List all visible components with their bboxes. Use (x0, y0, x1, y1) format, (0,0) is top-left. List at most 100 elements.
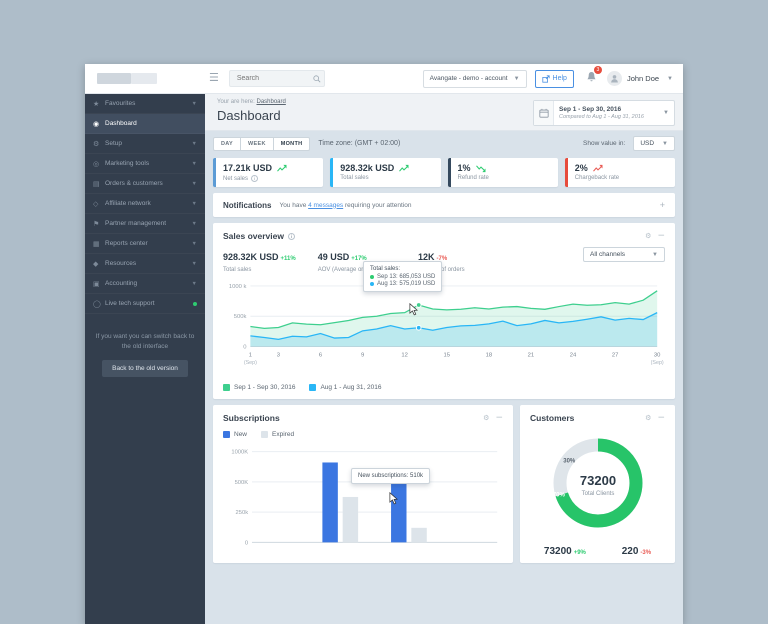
timezone-label: Time zone: (GMT + 02:00) (318, 140, 401, 147)
customers-card: Customers ⚙ − 70% 30% 73200 Total Clients 7… (520, 405, 675, 563)
svg-text:0: 0 (245, 540, 248, 546)
donut-chart[interactable]: 70% 30% 73200 Total Clients (546, 431, 650, 535)
customers-stats-row: 73200 +9% 220 -3% (520, 535, 675, 563)
date-range-value: Sep 1 - Sep 30, 2016 (559, 106, 622, 113)
svg-text:21: 21 (528, 352, 535, 358)
sidebar-item-dashboard[interactable]: ◉ Dashboard (85, 114, 205, 134)
kpi-card-net-sales: 17.21k USD Net sales i (213, 158, 324, 187)
chevron-down-icon: ▼ (191, 260, 197, 267)
sidebar-item-marketing-tools[interactable]: ◎ Marketing tools ▼ (85, 154, 205, 174)
legend-item[interactable]: Sep 1 - Sep 30, 2016 (223, 384, 295, 391)
collapse-icon[interactable]: − (495, 413, 503, 423)
currency-select[interactable]: USD ▼ (633, 136, 675, 151)
week-button[interactable]: WEEK (241, 136, 274, 151)
expand-plus-icon[interactable]: + (660, 200, 665, 210)
sidebar-item-accounting[interactable]: ▣ Accounting ▼ (85, 274, 205, 294)
channel-select[interactable]: All channels ▼ (583, 247, 665, 262)
chevron-down-icon: ▼ (191, 220, 197, 227)
subscriptions-bar-chart[interactable]: 1000K 500K 250k 0 (223, 440, 503, 552)
sales-chart-legend: Sep 1 - Sep 30, 2016 Aug 1 - Aug 31, 2016 (213, 382, 675, 399)
sidebar-item-favourites[interactable]: ★ Favourites ▼ (85, 94, 205, 114)
hamburger-menu-icon[interactable]: ☰ (209, 73, 219, 84)
top-bar: ☰ Avangate - demo - account ▼ Help 3 Joh… (85, 64, 683, 94)
dashboard-icon: ◉ (93, 119, 100, 128)
currency-value: USD (640, 140, 655, 147)
accounting-icon: ▣ (93, 279, 100, 288)
partner-icon: ⚑ (93, 219, 100, 228)
legend-item[interactable]: Aug 1 - Aug 31, 2016 (309, 384, 382, 391)
help-button[interactable]: Help (534, 69, 574, 88)
reports-icon: ▦ (93, 239, 100, 248)
back-to-old-version-button[interactable]: Back to the old version (102, 359, 188, 377)
search-input[interactable] (234, 74, 313, 83)
collapse-icon[interactable]: − (657, 231, 665, 241)
info-icon[interactable]: i (251, 175, 259, 182)
legend-item[interactable]: New (223, 431, 247, 438)
chevron-down-icon: ▼ (652, 251, 658, 258)
kpi-label: Chargeback rate (574, 175, 620, 181)
chevron-down-icon: ▼ (191, 180, 197, 187)
svg-text:1: 1 (249, 352, 252, 358)
kpi-label: Refund rate (457, 175, 489, 181)
search-box[interactable] (228, 70, 325, 87)
sidebar-item-live-tech-support[interactable]: ◯ Live tech support (85, 294, 205, 314)
svg-text:27: 27 (612, 352, 619, 358)
legend-item[interactable]: Expired (261, 431, 294, 438)
sidebar-nav: ★ Favourites ▼ ◉ Dashboard ⚙ Setup ▼ ◎ Marketing … (85, 94, 205, 314)
kpi-card-total-sales: 928.32k USD Total sales (330, 158, 441, 187)
sidebar-item-resources[interactable]: ◆ Resources ▼ (85, 254, 205, 274)
notification-badge: 3 (593, 65, 602, 74)
account-selector[interactable]: Avangate - demo - account ▼ (422, 69, 527, 88)
info-icon[interactable]: i (287, 232, 295, 240)
sidebar: ★ Favourites ▼ ◉ Dashboard ⚙ Setup ▼ ◎ Marketing … (85, 94, 205, 624)
period-toolbar: DAY WEEK MONTH Time zone: (GMT + 02:00) … (205, 131, 683, 156)
sales-overview-card: Sales overview i ⚙ − 928.32K USD +11% Tota… (213, 223, 675, 399)
customers-title: Customers (530, 413, 575, 423)
collapse-icon[interactable]: − (657, 413, 665, 423)
svg-text:30: 30 (654, 352, 661, 358)
chart-tooltip: Total sales: Sep 13: 685,053 USD Aug 13: … (363, 261, 443, 292)
notifications-bar: Notifications You have 4 messages requir… (213, 193, 675, 217)
month-button[interactable]: MONTH (273, 136, 311, 151)
user-name: John Doe (626, 74, 660, 83)
gear-icon[interactable]: ⚙ (645, 414, 651, 422)
svg-text:0: 0 (243, 345, 247, 351)
svg-text:1000 k: 1000 k (229, 284, 247, 290)
app-window: ☰ Avangate - demo - account ▼ Help 3 Joh… (85, 64, 683, 624)
affiliate-icon: ◇ (93, 199, 99, 208)
day-button[interactable]: DAY (213, 136, 242, 151)
sidebar-item-reports-center[interactable]: ▦ Reports center ▼ (85, 234, 205, 254)
notifications-bell[interactable]: 3 (586, 65, 602, 88)
svg-text:24: 24 (570, 352, 577, 358)
sidebar-item-setup[interactable]: ⚙ Setup ▼ (85, 134, 205, 154)
user-menu-chevron-icon[interactable]: ▼ (667, 76, 673, 82)
sidebar-item-affiliate-network[interactable]: ◇ Affiliate network ▼ (85, 194, 205, 214)
chart-tooltip: New subscriptions: 510k (351, 468, 431, 484)
svg-text:500K: 500K (235, 480, 249, 486)
svg-text:18: 18 (486, 352, 493, 358)
orders-icon: ▤ (93, 179, 100, 188)
gear-icon[interactable]: ⚙ (483, 414, 489, 422)
kpi-row: 17.21k USD Net sales i 928.32k USD Total sa… (205, 156, 683, 187)
sidebar-item-partner-management[interactable]: ⚑ Partner management ▼ (85, 214, 205, 234)
kpi-label: Net sales i (223, 175, 316, 182)
avatar[interactable] (606, 71, 622, 86)
switch-back-note: If you want you can switch back to the o… (95, 333, 195, 350)
sidebar-item-orders-customers[interactable]: ▤ Orders & customers ▼ (85, 174, 205, 194)
gear-icon[interactable]: ⚙ (645, 232, 651, 240)
kpi-value: 928.32k USD (340, 163, 433, 173)
chevron-down-icon: ▼ (191, 200, 197, 207)
star-icon: ★ (93, 99, 100, 108)
svg-text:73200: 73200 (579, 473, 615, 488)
svg-text:250k: 250k (236, 510, 249, 516)
breadcrumb-link[interactable]: Dashboard (256, 99, 285, 105)
chevron-down-icon: ▼ (191, 280, 197, 287)
sales-area-chart[interactable]: 1000 k 500k 01 (Sep) 3 6 9 12 15 18 21 24 27 30 (Sep) (223, 277, 665, 377)
subscriptions-title: Subscriptions (223, 413, 280, 423)
kpi-card-refund-rate: 1% Refund rate (447, 158, 558, 187)
customer-stat: 73200 +9% (543, 546, 586, 557)
kpi-label: Total sales (340, 175, 369, 181)
date-range-picker[interactable]: Sep 1 - Sep 30, 2016 Compared to Aug 1 -… (533, 100, 675, 126)
app-logo (85, 73, 205, 84)
messages-link[interactable]: 4 messages (308, 202, 343, 209)
